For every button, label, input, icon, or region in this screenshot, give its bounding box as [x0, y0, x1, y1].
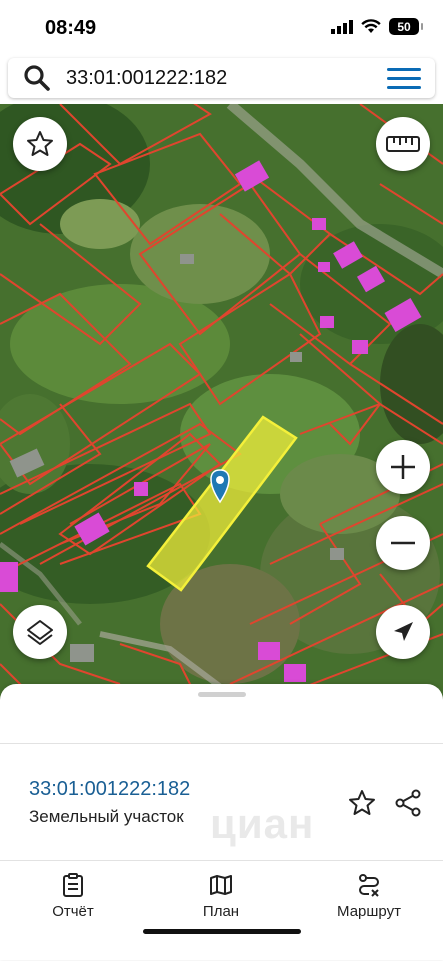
watermark-logo: циан — [210, 800, 315, 847]
tab-report-label: Отчёт — [52, 903, 94, 920]
star-icon[interactable] — [347, 788, 377, 818]
search-icon[interactable] — [22, 63, 52, 93]
wifi-icon — [361, 19, 381, 33]
report-clipboard-icon — [63, 873, 83, 897]
cadastral-number[interactable]: 33:01:001222:182 — [29, 778, 190, 801]
star-icon — [27, 131, 53, 156]
measure-ruler-button[interactable] — [376, 117, 430, 171]
tab-report[interactable]: Отчёт — [8, 873, 138, 920]
zoom-out-button[interactable] — [376, 516, 430, 570]
tab-plan[interactable]: План — [156, 873, 286, 920]
ruler-icon — [386, 136, 420, 152]
route-icon — [359, 874, 379, 897]
layers-icon — [27, 620, 53, 645]
satellite-map[interactable] — [0, 104, 443, 704]
map-view[interactable] — [0, 104, 443, 704]
zoom-in-button[interactable] — [376, 440, 430, 494]
status-time: 08:49 — [45, 17, 97, 39]
search-input[interactable]: 33:01:001222:182 — [66, 67, 387, 90]
search-bar[interactable]: 33:01:001222:182 — [8, 58, 435, 98]
status-icons: 50 — [331, 18, 423, 35]
location-arrow-icon — [394, 622, 413, 641]
parcel-type: Земельный участок — [29, 807, 184, 826]
bottom-sheet[interactable]: циан 33:01:001222:182 Земельный участок … — [0, 684, 443, 960]
tab-route-label: Маршрут — [337, 903, 401, 920]
parcel-card[interactable]: циан 33:01:001222:182 Земельный участок — [0, 744, 443, 860]
hamburger-menu-icon[interactable] — [387, 63, 421, 93]
card-actions — [347, 788, 423, 818]
signal-icon — [331, 19, 353, 34]
sheet-drag-handle[interactable] — [198, 692, 246, 697]
bottom-tab-bar: Отчёт План Маршрут — [0, 860, 443, 961]
home-indicator[interactable] — [143, 929, 301, 934]
favorite-star-button[interactable] — [13, 117, 67, 171]
zoom-in-icon — [391, 455, 415, 479]
map-plan-icon — [210, 875, 232, 895]
battery-indicator: 50 — [389, 18, 423, 35]
my-location-button[interactable] — [376, 605, 430, 659]
tab-route[interactable]: Маршрут — [304, 873, 434, 920]
layers-button[interactable] — [13, 605, 67, 659]
status-bar: 08:49 50 — [0, 0, 443, 58]
zoom-out-icon — [391, 541, 415, 545]
share-icon[interactable] — [393, 788, 423, 818]
battery-level: 50 — [397, 19, 411, 34]
tab-plan-label: План — [202, 903, 240, 920]
